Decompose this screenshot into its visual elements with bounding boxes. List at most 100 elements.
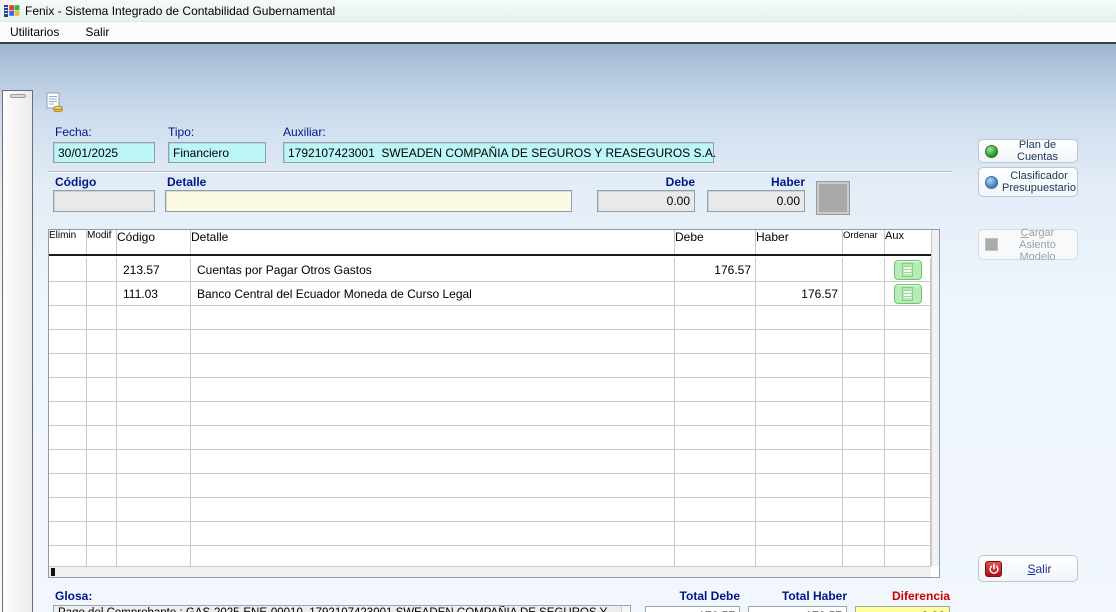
cell-ordenar [843,450,885,474]
auxiliar-field[interactable]: 1792107423001 SWEADEN COMPAÑIA DE SEGURO… [283,142,714,163]
cell-elimin[interactable] [49,258,87,282]
cell-aux [885,402,931,426]
cell-aux[interactable] [885,258,931,282]
cell-debe[interactable]: 176.57 [675,258,756,282]
glosa-scrollbar[interactable] [621,606,630,612]
cell-debe[interactable] [675,282,756,306]
haber-field[interactable]: 0.00 [707,190,805,212]
fecha-field[interactable]: 30/01/2025 [53,142,155,163]
collapsed-side-panel[interactable] [2,90,33,612]
cell-debe [675,306,756,330]
cell-haber [756,306,843,330]
aux-button[interactable] [894,284,922,304]
table-body: 213.57Cuentas por Pagar Otros Gastos176.… [49,258,931,566]
table-row-empty [49,402,931,426]
cell-modif[interactable] [87,258,117,282]
total-debe-label: Total Debe [645,589,740,603]
cell-debe [675,474,756,498]
cell-modif [87,402,117,426]
cell-elimin [49,522,87,546]
clasificador-presupuestario-button[interactable]: ClasificadorPresupuestario [978,167,1078,197]
debe-field[interactable]: 0.00 [597,190,695,212]
cell-modif [87,306,117,330]
blue-sphere-icon [985,176,998,189]
cell-detalle [191,498,675,522]
cell-aux [885,498,931,522]
cell-codigo [117,354,191,378]
cell-elimin [49,426,87,450]
menu-salir[interactable]: Salir [83,24,111,40]
cell-haber [756,426,843,450]
cell-ordenar[interactable] [843,258,885,282]
cell-aux [885,306,931,330]
splitter-handle-icon[interactable] [10,94,26,98]
total-debe-field: 176.57 [645,606,740,612]
cell-debe [675,330,756,354]
auxiliar-label: Auxiliar: [283,125,326,139]
cell-detalle [191,522,675,546]
salir-button[interactable]: Salir [978,555,1078,582]
cell-debe [675,426,756,450]
title-bar: Fenix - Sistema Integrado de Contabilida… [0,0,1116,22]
cell-ordenar[interactable] [843,282,885,306]
clasificador-label: ClasificadorPresupuestario [1002,170,1076,194]
cell-codigo [117,474,191,498]
cell-codigo [117,402,191,426]
cell-codigo [117,378,191,402]
cell-codigo [117,330,191,354]
cell-haber[interactable] [756,258,843,282]
application-window: Fenix - Sistema Integrado de Contabilida… [0,0,1116,612]
cell-ordenar [843,546,885,566]
cell-haber [756,474,843,498]
cell-modif [87,546,117,566]
cell-codigo [117,306,191,330]
cell-elimin [49,450,87,474]
scrollbar-thumb[interactable] [51,568,55,576]
codigo-field[interactable] [53,190,155,212]
tipo-label: Tipo: [168,125,194,139]
cell-elimin [49,306,87,330]
cell-codigo[interactable]: 111.03 [117,282,191,306]
cell-aux [885,378,931,402]
cell-modif [87,378,117,402]
fecha-label: Fecha: [55,125,92,139]
cell-codigo [117,522,191,546]
add-entry-button[interactable] [817,182,849,214]
gray-square-icon [985,238,998,251]
tipo-field[interactable]: Financiero [168,142,266,163]
cell-codigo [117,498,191,522]
cell-detalle [191,354,675,378]
menu-utilitarios[interactable]: Utilitarios [8,24,61,40]
glosa-textarea[interactable]: Pago del Comprobante : GAS-2025-ENE-0001… [53,605,631,612]
cell-haber [756,354,843,378]
cell-haber [756,378,843,402]
cell-detalle [191,402,675,426]
cell-ordenar [843,378,885,402]
cell-elimin[interactable] [49,282,87,306]
detalle-field[interactable] [165,190,572,212]
app-icon [4,3,20,19]
header-debe: Debe [675,230,756,254]
cell-haber [756,498,843,522]
cell-elimin [49,498,87,522]
table-row-empty [49,474,931,498]
cell-modif[interactable] [87,282,117,306]
cell-detalle[interactable]: Banco Central del Ecuador Moneda de Curs… [191,282,675,306]
document-coins-icon[interactable] [44,92,65,113]
form-separator [48,171,953,173]
diferencia-field: 0.00 [855,606,950,612]
cell-aux[interactable] [885,282,931,306]
cell-debe [675,522,756,546]
cell-detalle[interactable]: Cuentas por Pagar Otros Gastos [191,258,675,282]
cell-detalle [191,306,675,330]
cell-haber[interactable]: 176.57 [756,282,843,306]
cell-aux [885,450,931,474]
aux-button[interactable] [894,260,922,280]
cell-codigo[interactable]: 213.57 [117,258,191,282]
plan-de-cuentas-button[interactable]: Plan de Cuentas [978,139,1078,163]
table-horizontal-scrollbar[interactable] [49,566,931,577]
cargar-asiento-modelo-button[interactable]: Cargar AsientoModelo [978,229,1078,260]
debe-label: Debe [597,175,695,189]
cell-aux [885,546,931,566]
table-vertical-scrollbar[interactable] [931,230,939,566]
